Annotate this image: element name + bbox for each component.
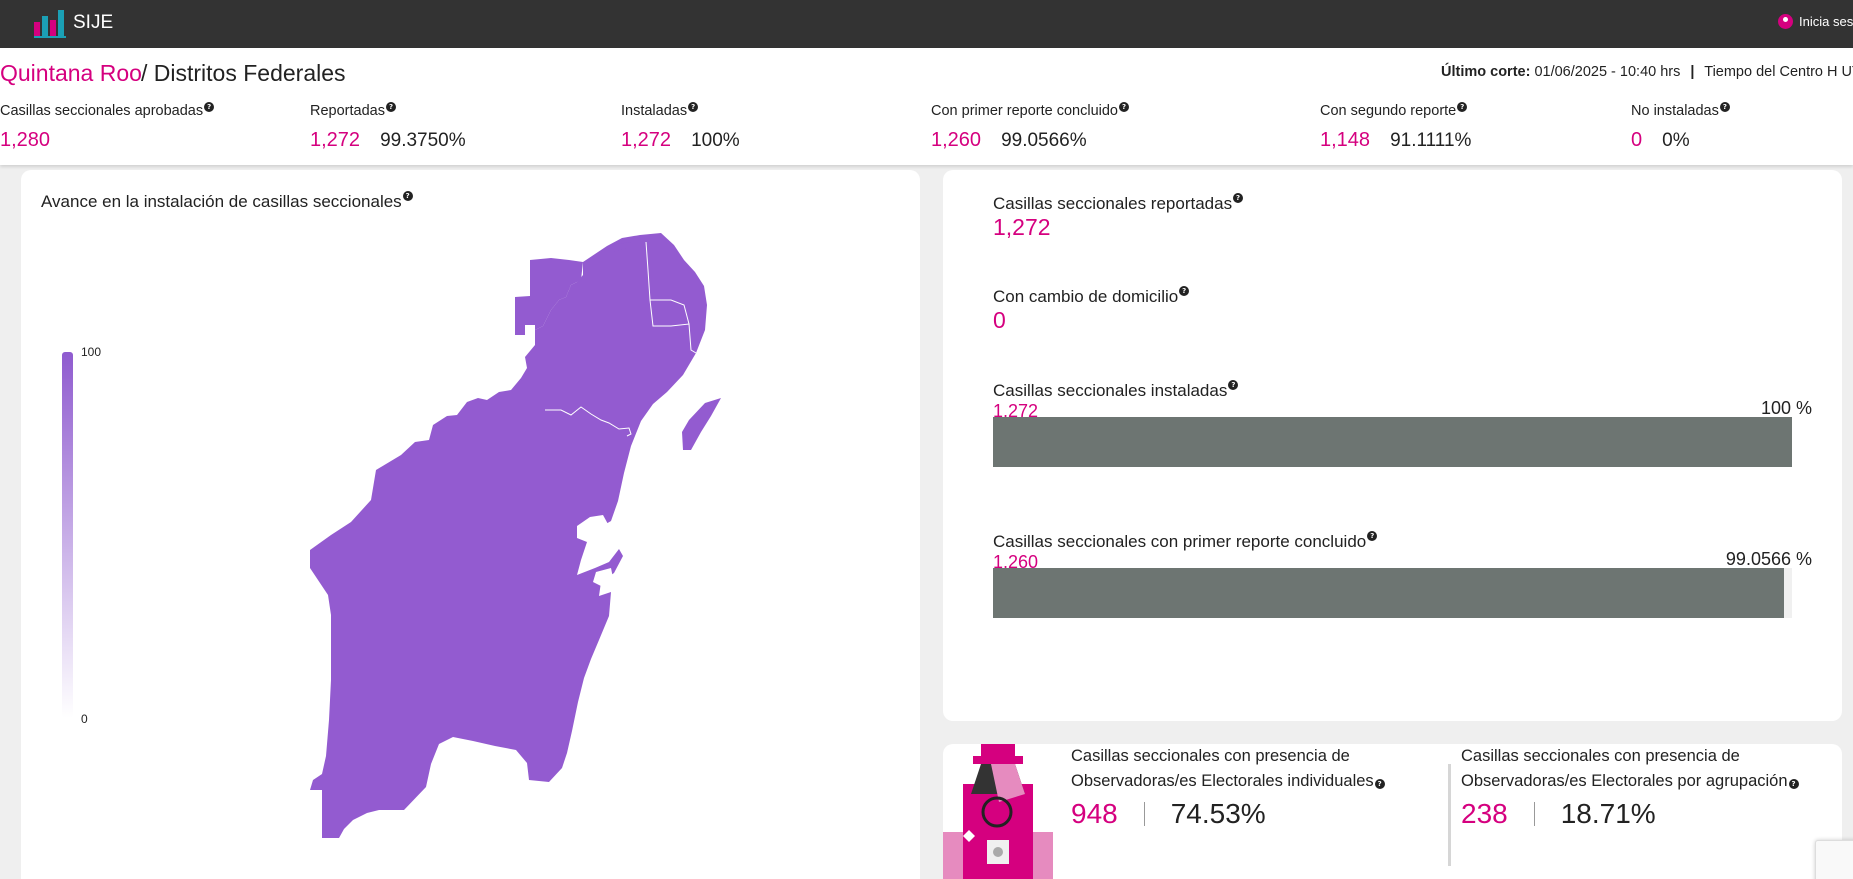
help-icon[interactable]: ? — [1719, 102, 1730, 112]
observers-agrupacion: Casillas seccionales con presencia de Ob… — [1461, 744, 1799, 830]
stat-percent: 0% — [1662, 130, 1690, 151]
observers-individual-label-2: Observadoras/es Electorales individuales… — [1071, 769, 1385, 794]
stat-label: Con segundo reporte — [1320, 103, 1457, 119]
instaladas-progress — [993, 417, 1792, 467]
stat-label: Reportadas — [310, 103, 385, 119]
observers-individual-label-2-text: Observadoras/es Electorales individuales — [1071, 772, 1374, 790]
observers-agrupacion-label-1: Casillas seccionales con presencia de — [1461, 747, 1740, 765]
help-icon[interactable]: ? — [1374, 779, 1385, 789]
help-icon[interactable]: ? — [1179, 286, 1190, 296]
help-icon[interactable]: ? — [1118, 102, 1129, 112]
help-icon[interactable]: ? — [1228, 380, 1239, 390]
observers-agrupacion-label-2: Observadoras/es Electorales por agrupaci… — [1461, 769, 1799, 794]
instaladas-label: Casillas seccionales instaladas — [993, 381, 1228, 400]
primer-reporte-progress-fill — [993, 568, 1785, 618]
divider — [1143, 802, 1145, 826]
observers-agrupacion-label-2-text: Observadoras/es Electorales por agrupaci… — [1461, 772, 1788, 790]
primer-reporte-label: Casillas seccionales con primer reporte … — [993, 532, 1367, 551]
primer-reporte-percent: 99.0566 % — [1725, 549, 1812, 569]
primer-reporte-block: Casillas seccionales con primer reporte … — [993, 531, 1378, 573]
user-circle-icon — [1778, 14, 1793, 29]
map-region-mainland[interactable] — [310, 233, 707, 838]
stat-percent: 91.1111% — [1390, 130, 1472, 151]
stat-percent: 100% — [691, 130, 740, 151]
stat-segundo-reporte: Con segundo reporte? 1,148 91.1111% — [1320, 102, 1472, 152]
help-icon[interactable]: ? — [385, 102, 396, 112]
cambio-domicilio-block: Con cambio de domicilio? 0 — [993, 286, 1190, 334]
bar-chart-logo-icon[interactable] — [34, 8, 66, 38]
primer-reporte-progress — [993, 568, 1792, 618]
observers-divider — [1448, 764, 1451, 866]
stats-card: Casillas seccionales reportadas? 1,272 C… — [943, 170, 1842, 721]
help-icon[interactable]: ? — [1457, 102, 1468, 112]
stat-label: Casillas seccionales aprobadas — [0, 103, 204, 119]
map-card: Avance en la instalación de casillas sec… — [21, 170, 920, 879]
stat-value: 1,148 — [1320, 129, 1371, 151]
brand-name[interactable]: SIJE — [73, 12, 113, 34]
stat-primer-reporte: Con primer reporte concluido? 1,260 99.05… — [931, 102, 1129, 152]
login-label: Inicia sesi — [1799, 14, 1853, 29]
instaladas-block: Casillas seccionales instaladas? 1,272 — [993, 380, 1239, 422]
help-icon[interactable]: ? — [1233, 193, 1244, 203]
stat-value: 1,272 — [621, 129, 672, 151]
instaladas-percent: 100 % — [1760, 398, 1812, 418]
cambio-value: 0 — [993, 307, 1006, 333]
observers-agrupacion-value: 238 — [1461, 798, 1508, 829]
help-icon[interactable]: ? — [688, 102, 699, 112]
breadcrumb-current: / Distritos Federales — [141, 60, 346, 86]
timezone: Tiempo del Centro H UTC-6 — [1704, 64, 1853, 80]
last-update-value: 01/06/2025 - 10:40 hrs — [1534, 64, 1681, 80]
help-icon[interactable]: ? — [1788, 779, 1799, 789]
observers-individual-percent: 74.53% — [1170, 798, 1266, 829]
breadcrumb-state[interactable]: Quintana Roo — [0, 60, 142, 87]
stat-label: Con primer reporte concluido — [931, 103, 1118, 119]
reportadas-block: Casillas seccionales reportadas? 1,272 — [993, 193, 1244, 241]
stat-percent: 99.0566% — [1001, 130, 1087, 151]
observer-illustration-icon — [943, 744, 1053, 879]
observers-agrupacion-percent: 18.71% — [1560, 798, 1656, 829]
help-icon[interactable]: ? — [204, 102, 215, 112]
observers-individual-label-1: Casillas seccionales con presencia de — [1071, 747, 1350, 765]
stat-aprobadas: Casillas seccionales aprobadas? 1,280 — [0, 102, 215, 152]
login-link[interactable]: Inicia sesi — [1778, 14, 1853, 29]
stat-value: 1,280 — [0, 129, 51, 151]
map-region-cozumel[interactable] — [682, 398, 721, 450]
stat-instaladas: Instaladas? 1,272 100% — [621, 102, 740, 152]
stat-no-instaladas: No instaladas? 0 0% — [1631, 102, 1730, 152]
instaladas-progress-fill — [993, 417, 1792, 467]
separator: | — [1690, 64, 1695, 80]
help-icon[interactable]: ? — [1367, 531, 1378, 541]
last-update-label: Último corte: — [1441, 64, 1531, 80]
stat-value: 1,260 — [931, 129, 982, 151]
observers-card: Casillas seccionales con presencia de Ob… — [943, 744, 1842, 879]
stat-value: 0 — [1631, 129, 1643, 151]
stat-reportadas: Reportadas? 1,272 99.3750% — [310, 102, 466, 152]
stat-label: No instaladas — [1631, 103, 1719, 119]
observers-individual-value: 948 — [1071, 798, 1118, 829]
reportadas-value: 1,272 — [993, 214, 1051, 240]
divider — [1533, 802, 1535, 826]
recaptcha-badge[interactable] — [1815, 840, 1853, 879]
state-map[interactable] — [21, 170, 920, 879]
last-update: Último corte: 01/06/2025 - 10:40 hrs | T… — [1441, 64, 1853, 80]
stat-label: Instaladas — [621, 103, 688, 119]
stat-value: 1,272 — [310, 129, 361, 151]
reportadas-label: Casillas seccionales reportadas — [993, 194, 1233, 213]
cambio-label: Con cambio de domicilio — [993, 287, 1179, 306]
observers-individual: Casillas seccionales con presencia de Ob… — [1071, 744, 1385, 830]
top-navbar: SIJE Inicia sesi — [0, 0, 1853, 48]
stat-percent: 99.3750% — [380, 130, 466, 151]
